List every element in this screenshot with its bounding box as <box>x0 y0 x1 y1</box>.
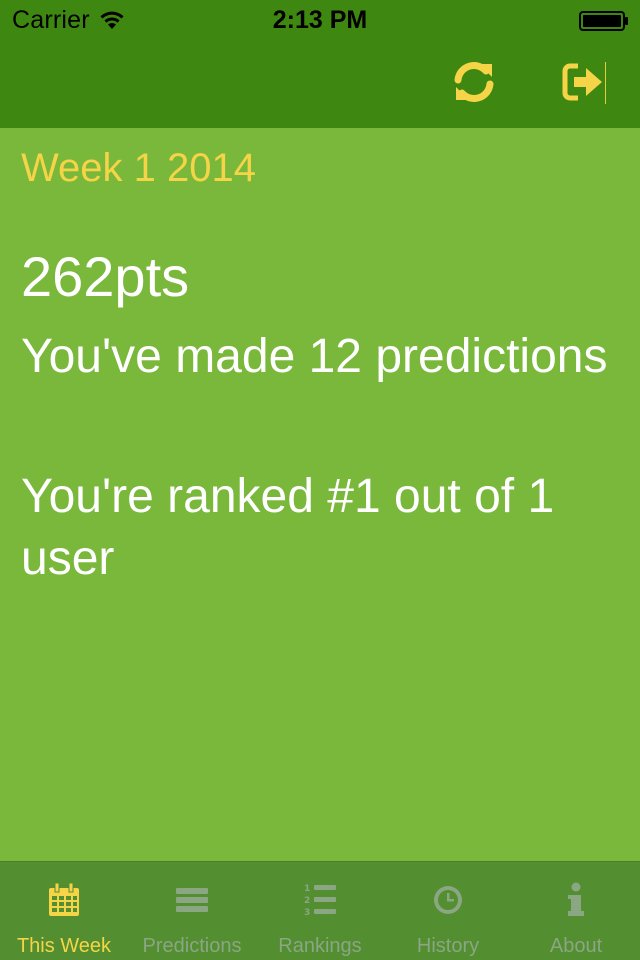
tab-label: History <box>416 935 480 957</box>
tab-label: About <box>549 935 603 957</box>
calendar-icon <box>49 882 79 916</box>
sign-out-icon <box>562 63 602 101</box>
nav-divider <box>605 62 606 104</box>
refresh-button[interactable] <box>450 58 498 106</box>
ordered-list-icon: 1 2 3 <box>304 884 336 918</box>
sign-out-button[interactable] <box>560 58 608 106</box>
ranking-text: You're ranked #1 out of 1 user <box>21 470 555 585</box>
points-total: 262pts <box>21 245 190 308</box>
clock-time: 2:13 PM <box>272 6 368 34</box>
tab-predictions[interactable]: Predictions <box>128 862 256 960</box>
tab-label: This Week <box>16 935 112 957</box>
status-bar: Carrier 2:13 PM <box>0 0 640 40</box>
tab-history[interactable]: History <box>384 862 512 960</box>
tab-bar: This Week Predictions 1 2 3 Rankings His… <box>0 861 640 960</box>
header-area: Carrier 2:13 PM <box>0 0 640 128</box>
battery-icon <box>579 11 628 31</box>
tab-about[interactable]: About <box>512 862 640 960</box>
week-title: Week 1 2014 <box>21 146 256 190</box>
tab-rankings[interactable]: 1 2 3 Rankings <box>256 862 384 960</box>
svg-text:2: 2 <box>304 896 310 906</box>
clock-icon <box>434 886 462 914</box>
navigation-bar <box>0 40 640 128</box>
refresh-icon <box>454 62 494 102</box>
svg-text:1: 1 <box>304 884 310 894</box>
main-content: Week 1 2014 262pts You've made 12 predic… <box>0 128 640 861</box>
tab-this-week[interactable]: This Week <box>0 862 128 960</box>
tab-label: Rankings <box>278 935 362 957</box>
app-screen: Carrier 2:13 PM Week 1 2014 262pts You'v… <box>0 0 640 960</box>
predictions-count-text: You've made 12 predictions <box>21 330 608 383</box>
svg-text:3: 3 <box>304 908 310 918</box>
list-icon <box>176 888 208 912</box>
info-icon <box>568 882 584 916</box>
tab-label: Predictions <box>142 935 242 957</box>
